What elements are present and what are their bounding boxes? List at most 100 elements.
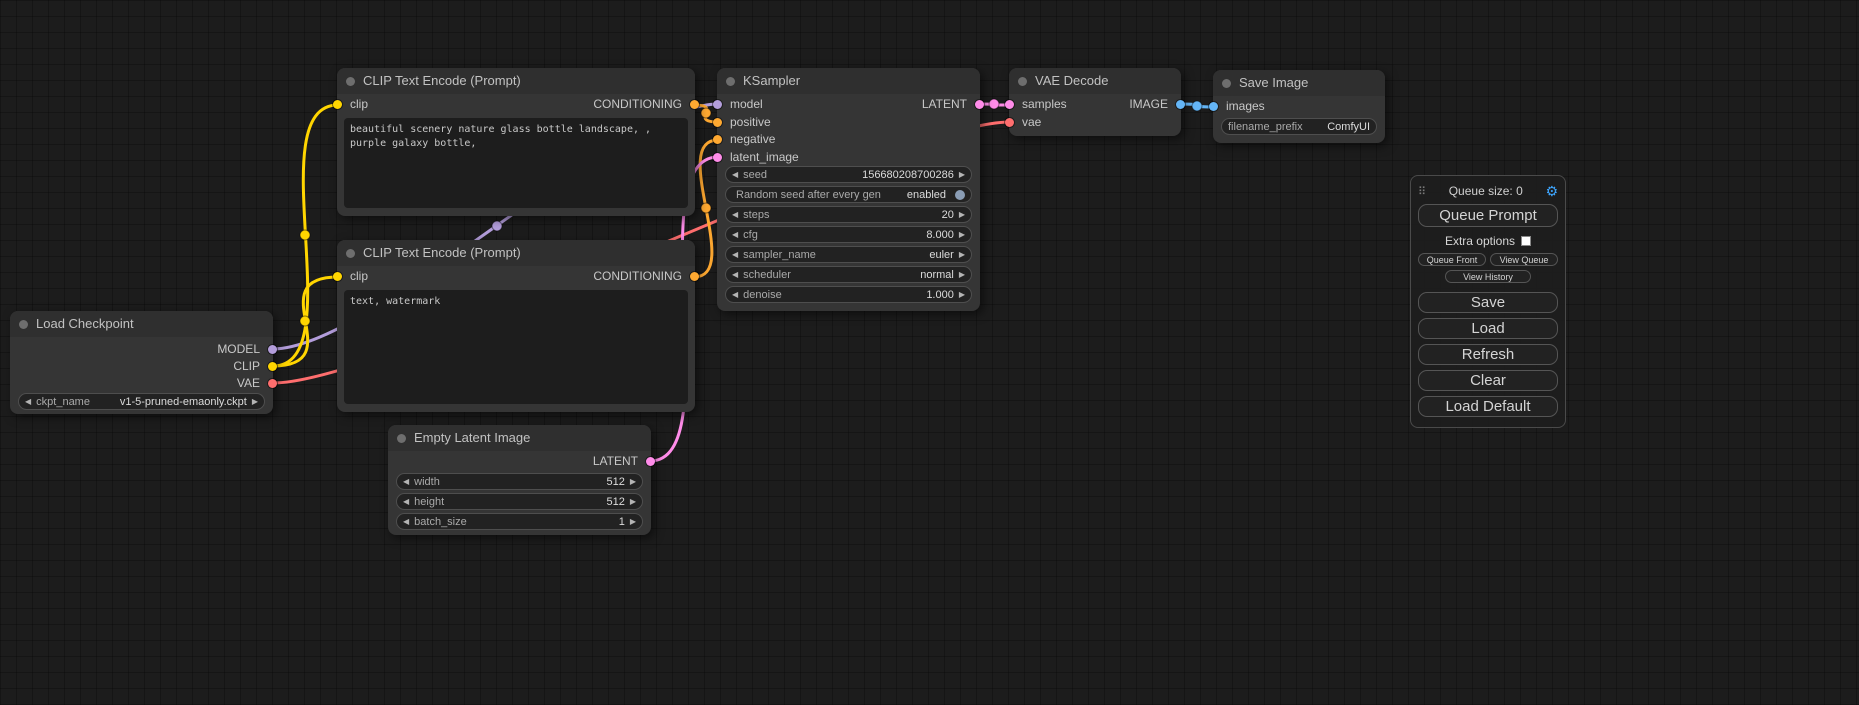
node-title-bar[interactable]: Save Image (1213, 70, 1385, 96)
widget-label: ckpt_name (36, 396, 90, 408)
clip-input-port[interactable] (333, 100, 342, 109)
increment-icon[interactable]: ▶ (959, 290, 965, 299)
increment-icon[interactable]: ▶ (959, 170, 965, 179)
next-value-icon[interactable]: ▶ (959, 270, 965, 279)
clip-input-port[interactable] (333, 272, 342, 281)
node-ksampler[interactable]: KSampler model LATENT positive negative … (717, 68, 980, 311)
input-label: model (730, 96, 763, 113)
denoise-widget[interactable]: ◀ denoise 1.000 ▶ (725, 286, 972, 303)
decrement-icon[interactable]: ◀ (403, 497, 409, 506)
node-title-bar[interactable]: CLIP Text Encode (Prompt) (337, 68, 695, 94)
input-label: latent_image (730, 149, 799, 166)
toggle-on-icon[interactable] (955, 190, 965, 200)
seed-widget[interactable]: ◀ seed 156680208700286 ▶ (725, 166, 972, 183)
conditioning-output-port[interactable] (690, 100, 699, 109)
load-default-button[interactable]: Load Default (1418, 396, 1558, 417)
output-label: VAE (237, 375, 260, 392)
negative-input-port[interactable] (713, 135, 722, 144)
width-widget[interactable]: ◀ width 512 ▶ (396, 473, 643, 490)
input-label: clip (350, 96, 368, 113)
decrement-icon[interactable]: ◀ (732, 230, 738, 239)
widget-label: cfg (743, 229, 758, 241)
node-title-bar[interactable]: VAE Decode (1009, 68, 1181, 94)
prev-value-icon[interactable]: ◀ (732, 250, 738, 259)
widget-value: enabled (907, 189, 946, 201)
queue-prompt-button[interactable]: Queue Prompt (1418, 204, 1558, 227)
node-title-bar[interactable]: Empty Latent Image (388, 425, 651, 451)
clear-button[interactable]: Clear (1418, 370, 1558, 391)
increment-icon[interactable]: ▶ (630, 497, 636, 506)
node-save-image[interactable]: Save Image images filename_prefix ComfyU… (1213, 70, 1385, 143)
queue-front-button[interactable]: Queue Front (1418, 253, 1486, 266)
scheduler-widget[interactable]: ◀ scheduler normal ▶ (725, 266, 972, 283)
view-history-button[interactable]: View History (1445, 270, 1531, 283)
vae-output-port[interactable] (268, 379, 277, 388)
node-title-bar[interactable]: CLIP Text Encode (Prompt) (337, 240, 695, 266)
latent-output-port[interactable] (975, 100, 984, 109)
positive-input-port[interactable] (713, 118, 722, 127)
model-output-port[interactable] (268, 345, 277, 354)
collapse-dot-icon[interactable] (19, 320, 28, 329)
height-widget[interactable]: ◀ height 512 ▶ (396, 493, 643, 510)
batch-size-widget[interactable]: ◀ batch_size 1 ▶ (396, 513, 643, 530)
model-input-port[interactable] (713, 100, 722, 109)
widget-value: 1 (619, 516, 625, 528)
image-output-port[interactable] (1176, 100, 1185, 109)
collapse-dot-icon[interactable] (726, 77, 735, 86)
node-title-bar[interactable]: KSampler (717, 68, 980, 94)
sampler-name-widget[interactable]: ◀ sampler_name euler ▶ (725, 246, 972, 263)
decrement-icon[interactable]: ◀ (732, 170, 738, 179)
decrement-icon[interactable]: ◀ (403, 517, 409, 526)
node-vae-decode[interactable]: VAE Decode samples IMAGE vae (1009, 68, 1181, 136)
widget-value: 512 (606, 496, 624, 508)
conditioning-output-port[interactable] (690, 272, 699, 281)
collapse-dot-icon[interactable] (1018, 77, 1027, 86)
increment-icon[interactable]: ▶ (959, 210, 965, 219)
settings-gear-icon[interactable]: ⚙ (1545, 183, 1558, 200)
node-title: VAE Decode (1035, 73, 1108, 88)
extra-options-checkbox[interactable] (1521, 236, 1531, 246)
node-load-checkpoint[interactable]: Load Checkpoint MODEL CLIP VAE ◀ ckpt_na… (10, 311, 273, 414)
prompt-textarea[interactable]: beautiful scenery nature glass bottle la… (344, 118, 688, 208)
latent-image-input-port[interactable] (713, 153, 722, 162)
decrement-icon[interactable]: ◀ (403, 477, 409, 486)
node-empty-latent-image[interactable]: Empty Latent Image LATENT ◀ width 512 ▶ … (388, 425, 651, 535)
images-input-port[interactable] (1209, 102, 1218, 111)
node-title-bar[interactable]: Load Checkpoint (10, 311, 273, 337)
ckpt-name-widget[interactable]: ◀ ckpt_name v1-5-pruned-emaonly.ckpt ▶ (18, 393, 265, 410)
widget-value: 512 (606, 476, 624, 488)
drag-handle-icon[interactable]: ⠿ (1418, 185, 1426, 198)
increment-icon[interactable]: ▶ (630, 477, 636, 486)
next-value-icon[interactable]: ▶ (959, 250, 965, 259)
prev-value-icon[interactable]: ◀ (732, 270, 738, 279)
queue-actions-row: Queue Front View Queue (1418, 253, 1558, 266)
view-queue-button[interactable]: View Queue (1490, 253, 1558, 266)
steps-widget[interactable]: ◀ steps 20 ▶ (725, 206, 972, 223)
collapse-dot-icon[interactable] (397, 434, 406, 443)
decrement-icon[interactable]: ◀ (732, 290, 738, 299)
refresh-button[interactable]: Refresh (1418, 344, 1558, 365)
random-seed-toggle-widget[interactable]: Random seed after every gen enabled (725, 186, 972, 203)
save-button[interactable]: Save (1418, 292, 1558, 313)
prev-value-icon[interactable]: ◀ (25, 397, 31, 406)
next-value-icon[interactable]: ▶ (252, 397, 258, 406)
decrement-icon[interactable]: ◀ (732, 210, 738, 219)
input-label: vae (1022, 114, 1041, 131)
node-graph-canvas[interactable]: Load Checkpoint MODEL CLIP VAE ◀ ckpt_na… (0, 0, 1859, 705)
load-button[interactable]: Load (1418, 318, 1558, 339)
clip-output-port[interactable] (268, 362, 277, 371)
samples-input-port[interactable] (1005, 100, 1014, 109)
collapse-dot-icon[interactable] (1222, 79, 1231, 88)
filename-prefix-widget[interactable]: filename_prefix ComfyUI (1221, 118, 1377, 135)
prompt-textarea[interactable]: text, watermark (344, 290, 688, 404)
collapse-dot-icon[interactable] (346, 249, 355, 258)
widget-value: 156680208700286 (862, 169, 954, 181)
increment-icon[interactable]: ▶ (959, 230, 965, 239)
node-clip-text-encode-negative[interactable]: CLIP Text Encode (Prompt) clip CONDITION… (337, 240, 695, 412)
cfg-widget[interactable]: ◀ cfg 8.000 ▶ (725, 226, 972, 243)
latent-output-port[interactable] (646, 457, 655, 466)
increment-icon[interactable]: ▶ (630, 517, 636, 526)
collapse-dot-icon[interactable] (346, 77, 355, 86)
vae-input-port[interactable] (1005, 118, 1014, 127)
node-clip-text-encode-positive[interactable]: CLIP Text Encode (Prompt) clip CONDITION… (337, 68, 695, 216)
